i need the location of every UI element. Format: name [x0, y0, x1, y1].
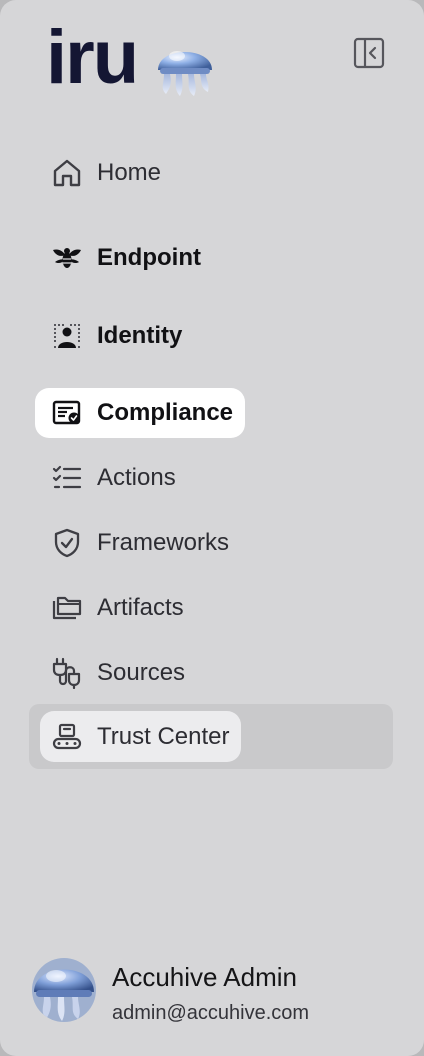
- nav-item-label: Identity: [97, 322, 183, 349]
- nav-item-frameworks[interactable]: Frameworks: [35, 518, 229, 568]
- nav-item-home[interactable]: Home: [35, 148, 161, 198]
- bee-icon: [50, 241, 84, 275]
- checklist-icon: [50, 461, 84, 495]
- brand-wordmark: iru: [46, 15, 139, 100]
- certificate-icon: [50, 396, 84, 430]
- nav-item-label: Frameworks: [97, 529, 230, 556]
- nav-item-artifacts[interactable]: Artifacts: [35, 583, 184, 633]
- user-name: Accuhive Admin: [112, 962, 297, 992]
- nav-item-compliance[interactable]: Compliance: [35, 388, 246, 438]
- nav-item-label: Sources: [97, 659, 186, 686]
- nav-item-label: Trust Center: [97, 722, 230, 750]
- nav-item-label: Artifacts: [97, 594, 184, 621]
- shield-check-icon: [50, 526, 84, 560]
- folders-icon: [50, 591, 84, 625]
- nav-item-label: Compliance: [97, 399, 234, 426]
- sidebar-collapse-button[interactable]: [353, 37, 385, 69]
- nav-item-label: Endpoint: [97, 244, 201, 271]
- conveyor-icon: [50, 720, 84, 754]
- sidebar: iru Home Endpoint Identity Compliance Ac…: [0, 0, 424, 1056]
- plug-icon: [50, 656, 84, 690]
- jellyfish-logo-icon: [158, 51, 212, 96]
- home-icon: [50, 156, 84, 190]
- sidebar-collapse-icon: [353, 37, 385, 69]
- identity-icon: [50, 319, 84, 353]
- nav-item-actions[interactable]: Actions: [35, 453, 176, 503]
- user-email: admin@accuhive.com: [112, 1002, 310, 1024]
- jellyfish-avatar-icon: [32, 958, 96, 1022]
- nav-item-trust-center[interactable]: Trust Center: [40, 711, 242, 762]
- nav-item-label: Actions: [97, 464, 176, 491]
- nav-item-endpoint[interactable]: Endpoint: [35, 233, 201, 283]
- nav-item-label: Home: [97, 159, 162, 186]
- nav-item-identity[interactable]: Identity: [35, 311, 182, 361]
- user-profile[interactable]: Accuhive Admin admin@accuhive.com: [32, 958, 402, 1028]
- avatar: [32, 958, 96, 1022]
- nav-item-sources[interactable]: Sources: [35, 648, 185, 698]
